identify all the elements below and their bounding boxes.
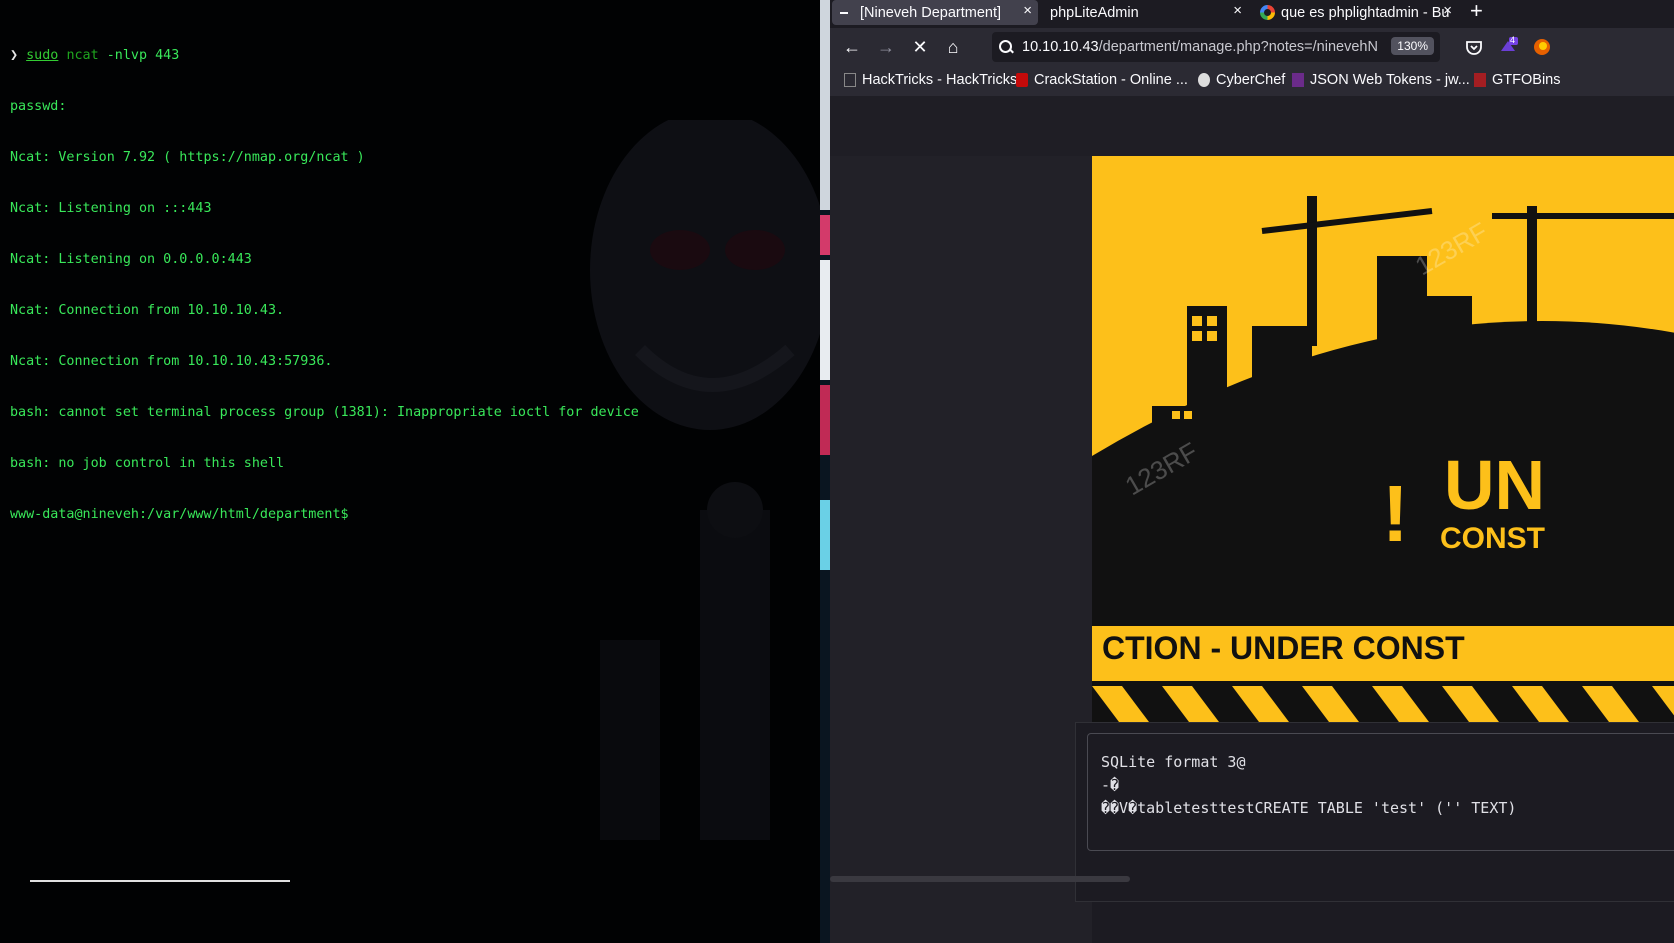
firefox-icon[interactable] [1532, 37, 1552, 57]
window-gap-strip [820, 0, 830, 943]
tab-title: que es phplightadmin - Bu [1281, 4, 1450, 21]
terminal-line: Ncat: Listening on 0.0.0.0:443 [10, 252, 252, 267]
horizontal-scrollbar[interactable] [830, 876, 1130, 882]
url-text: 10.10.10.43/department/manage.php?notes=… [1022, 39, 1378, 55]
tab-close-icon[interactable]: × [1233, 2, 1242, 19]
command-ncat: ncat [66, 48, 99, 63]
navigation-toolbar: ← → ✕ ⌂ 10.10.10.43/department/manage.ph… [830, 28, 1674, 66]
bookmark-crackstation[interactable]: CrackStation - Online ... [1016, 72, 1188, 88]
taskbar-indicator [30, 880, 290, 882]
under-construction-image: ! UN CONST CTION - UNDER CONST 123RF 123… [1092, 156, 1674, 726]
watermark-text: 123RF [1410, 216, 1493, 281]
crackstation-icon [1016, 73, 1028, 87]
search-icon [998, 39, 1014, 55]
page-content: ! UN CONST CTION - UNDER CONST 123RF 123… [830, 96, 1674, 943]
tab-close-icon[interactable]: × [1023, 2, 1032, 19]
url-path: /department/manage.php?notes=/ninevehN [1098, 39, 1378, 55]
terminal-line: Ncat: Version 7.92 ( https://nmap.org/nc… [10, 150, 365, 165]
construction-illustration: ! UN CONST CTION - UNDER CONST 123RF 123… [1092, 196, 1674, 726]
bookmark-label: JSON Web Tokens - jw... [1310, 72, 1470, 88]
cyberchef-icon [1198, 73, 1210, 87]
browser-window: [Nineveh Department] × phpLiteAdmin × qu… [830, 0, 1674, 943]
bookmark-label: CrackStation - Online ... [1034, 72, 1188, 88]
stop-loading-button[interactable]: ✕ [909, 36, 931, 58]
tab-title: phpLiteAdmin [1050, 4, 1139, 21]
new-tab-button[interactable]: + [1470, 0, 1483, 24]
bookmark-jwt[interactable]: JSON Web Tokens - jw... [1292, 72, 1470, 88]
bookmarks-toolbar: HackTricks - HackTricks CrackStation - O… [830, 66, 1674, 96]
tab-close-icon[interactable]: × [1443, 2, 1452, 19]
tab-title: [Nineveh Department] [860, 4, 1002, 21]
terminal-line: bash: cannot set terminal process group … [10, 405, 639, 420]
bookmark-gtfobins[interactable]: GTFOBins [1474, 72, 1560, 88]
sql-line: SQLite format 3@ [1101, 753, 1246, 771]
command-sudo: sudo [26, 48, 59, 63]
terminal-line: Ncat: Listening on :::443 [10, 201, 212, 216]
forward-button[interactable]: → [875, 36, 897, 58]
url-host: 10.10.10.43 [1022, 39, 1099, 55]
construction-sub-text: CONST [1440, 522, 1545, 555]
bookmark-label: HackTricks - HackTricks [862, 72, 1018, 88]
back-button[interactable]: ← [841, 36, 863, 58]
page-sidebar [830, 156, 1092, 943]
notes-panel: SQLite format 3@ -� ��V�tabletesttestCRE… [1075, 722, 1674, 902]
sqlite-output-box: SQLite format 3@ -� ��V�tabletesttestCRE… [1087, 733, 1674, 851]
bookmark-label: CyberChef [1216, 72, 1286, 88]
google-icon [1260, 5, 1275, 20]
terminal-line: Ncat: Connection from 10.10.10.43. [10, 303, 285, 318]
bookmark-cyberchef[interactable]: CyberChef [1198, 72, 1285, 88]
gtfobins-icon [1474, 73, 1486, 87]
bookmark-label: GTFOBins [1492, 72, 1561, 88]
sql-line: -� [1101, 776, 1120, 794]
terminal-line: passwd: [10, 99, 67, 114]
svg-text:!: ! [1382, 469, 1409, 558]
zoom-level-badge[interactable]: 130% [1391, 37, 1434, 55]
construction-banner-text: CTION - UNDER CONST [1102, 630, 1465, 666]
jwt-icon [1292, 73, 1304, 87]
command-args: -nlvp 443 [106, 48, 180, 63]
terminal-window[interactable]: ❯ sudo ncat -nlvp 443 passwd: Ncat: Vers… [0, 0, 820, 943]
terminal-command-line: ❯ sudo ncat -nlvp 443 [10, 47, 639, 64]
extension-badge: 4 [1510, 35, 1516, 45]
tab-bar: [Nineveh Department] × phpLiteAdmin × qu… [830, 0, 1674, 28]
tab-phpliteadmin[interactable]: phpLiteAdmin × [1042, 0, 1248, 25]
construction-big-text: UN [1444, 446, 1545, 524]
pocket-icon[interactable] [1464, 37, 1484, 57]
tab-nineveh-department[interactable]: [Nineveh Department] × [832, 0, 1038, 25]
prompt-arrow-icon: ❯ [10, 48, 19, 63]
page-header [830, 96, 1674, 156]
terminal-output: ❯ sudo ncat -nlvp 443 passwd: Ncat: Vers… [10, 13, 639, 557]
sql-line: ��V�tabletesttestCREATE TABLE 'test' (''… [1101, 799, 1517, 817]
tab-google-search[interactable]: que es phplightadmin - Bu × [1252, 0, 1458, 25]
tab-favicon-icon [840, 11, 848, 14]
terminal-line: bash: no job control in this shell [10, 456, 285, 471]
address-bar[interactable]: 10.10.10.43/department/manage.php?notes=… [992, 32, 1440, 62]
hacktricks-icon [844, 73, 856, 87]
shell-prompt: www-data@nineveh:/var/www/html/departmen… [10, 507, 349, 522]
terminal-line: Ncat: Connection from 10.10.10.43:57936. [10, 354, 333, 369]
home-button[interactable]: ⌂ [942, 36, 964, 58]
bookmark-hacktricks[interactable]: HackTricks - HackTricks [844, 72, 1017, 88]
